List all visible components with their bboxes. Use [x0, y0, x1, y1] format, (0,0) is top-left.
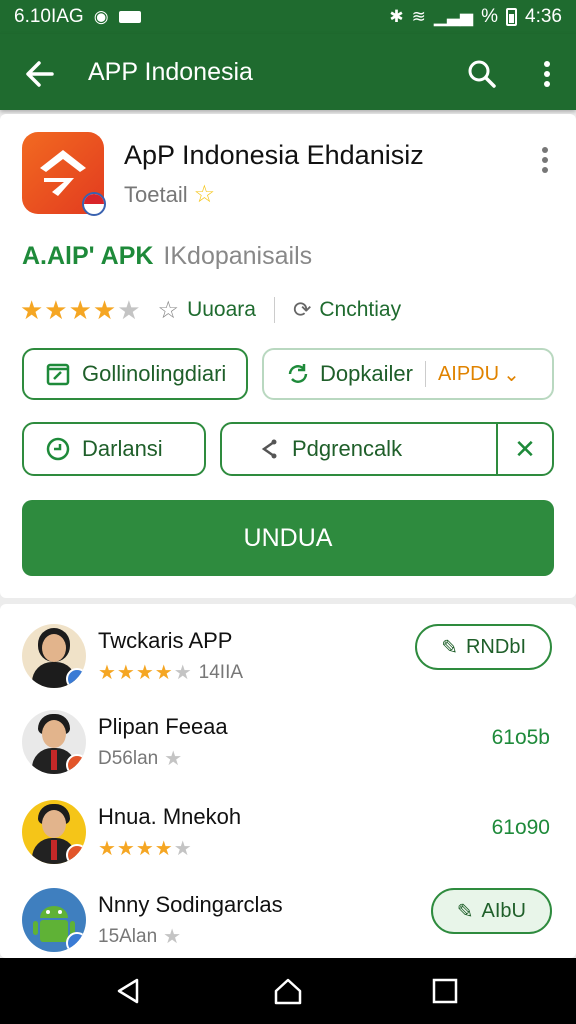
notification-icon: ◉ [93, 7, 109, 26]
close-icon[interactable]: ✕ [496, 424, 552, 474]
gallery-button[interactable]: Gollinolingdiari [22, 348, 248, 400]
star-icon: ★ [163, 926, 183, 948]
wifi-icon: ≋ [411, 7, 426, 26]
divider [424, 361, 426, 387]
app-bar: APP Indonesia [0, 34, 576, 110]
verified-badge-icon [66, 932, 86, 952]
app-logo-icon [22, 132, 106, 216]
document-icon [46, 363, 70, 386]
flag-badge-icon [82, 192, 106, 216]
rating-stars: ★★★★★ [98, 838, 193, 860]
nav-recents-icon[interactable] [428, 974, 462, 1008]
more-vert-icon[interactable] [534, 142, 556, 178]
download-button-label: Dopkailer [320, 361, 413, 386]
verified-badge-icon [66, 844, 86, 864]
download-button[interactable]: Dopkailer AIPDU ⌄ [262, 348, 554, 400]
clock-icon [46, 437, 70, 461]
share-icon [261, 439, 277, 459]
edit-icon: ✎ [441, 636, 458, 659]
avatar [22, 624, 86, 688]
battery-percent: % [481, 6, 499, 27]
list-item-value: 61o90 [491, 816, 550, 839]
divider [273, 297, 275, 323]
app-name: ApP Indonesia Ehdanisiz [124, 140, 424, 170]
apk-description: IKdopanisails [163, 242, 313, 270]
nav-home-icon[interactable] [271, 974, 305, 1008]
apk-label: A.AlP' APK [22, 242, 154, 270]
star-icon: ★ [164, 748, 184, 770]
list-item[interactable]: Plipan Feeaa D56lan ★ 61o5b [0, 710, 576, 792]
app-detail-card: ApP Indonesia Ehdanisiz Toetail ☆ A.AlP' … [0, 114, 576, 598]
chevron-down-icon: ⌄ [503, 363, 520, 386]
avatar [22, 710, 86, 774]
list-item-title: Twckaris APP [98, 628, 233, 653]
status-bar: 6.10IAG ◉ ✱ ≋ ▁▃▅ % 4:36 [0, 0, 576, 34]
more-vert-icon[interactable] [532, 54, 562, 94]
status-clock: 4:36 [525, 6, 562, 27]
rating-stars: ★★★★★ [98, 662, 193, 684]
edit-icon: ✎ [456, 900, 474, 923]
app-bar-title: APP Indonesia [88, 58, 253, 86]
bluetooth-icon: ✱ [389, 7, 404, 26]
arrow-left-icon[interactable] [20, 54, 60, 94]
star-outline-icon: ☆ [157, 296, 180, 324]
rating-row: ★★★★★ ☆ Uuoara ⟳ Cnchtiay [20, 292, 401, 328]
android-icon [22, 888, 86, 952]
darlansi-button[interactable]: Darlansi [22, 422, 206, 476]
nav-back-icon[interactable] [112, 974, 146, 1008]
list-item[interactable]: Hnua. Mnekoh ★★★★★ 61o90 [0, 800, 576, 882]
related-list: Twckaris APP ★★★★★ 14IIA ✎ RNDbI Plipan … [0, 604, 576, 958]
darlansi-button-label: Darlansi [82, 436, 163, 461]
list-item-title: Plipan Feeaa [98, 714, 228, 739]
share-button-label: Pdgrencalk [292, 436, 403, 461]
sync-icon: ⟳ [292, 297, 312, 322]
list-item-meta: ★★★★★ 14IIA [98, 661, 244, 685]
rating-label-secondary: Cnchtiay [319, 298, 402, 321]
verified-badge-icon [66, 668, 86, 688]
status-time: 6.10IAG [14, 6, 84, 27]
avatar [22, 800, 86, 864]
battery-icon [506, 8, 518, 26]
media-icon [118, 11, 141, 23]
rating-stars: ★★★★★ [20, 294, 142, 325]
star-icon: ☆ [193, 181, 216, 208]
list-item-value: 61o5b [491, 726, 550, 749]
app-developer: Toetail ☆ [124, 181, 216, 208]
verified-badge-icon [66, 754, 86, 774]
signal-icon: ▁▃▅ [433, 7, 474, 26]
list-item-meta: 15Alan ★ [98, 925, 183, 949]
gallery-button-label: Gollinolingdiari [82, 361, 227, 386]
list-item[interactable]: Twckaris APP ★★★★★ 14IIA ✎ RNDbI [0, 624, 576, 706]
search-icon[interactable] [462, 54, 502, 94]
list-item-title: Hnua. Mnekoh [98, 804, 242, 829]
apk-line: A.AlP' APK IKdopanisails [22, 242, 312, 271]
list-item-title: Nnny Sodingarclas [98, 892, 283, 917]
list-item-meta: D56lan ★ [98, 747, 184, 771]
share-button[interactable]: Pdgrencalk ✕ [220, 422, 554, 476]
install-button[interactable]: UNDUA [22, 500, 554, 576]
download-accent-label: AIPDU [437, 362, 500, 385]
system-nav-bar [0, 958, 576, 1024]
refresh-icon [288, 364, 308, 383]
list-item-meta: ★★★★★ [98, 836, 193, 861]
list-action-button[interactable]: ✎ AIbU [430, 888, 552, 934]
rating-label-primary: Uuoara [187, 298, 256, 321]
list-action-button[interactable]: ✎ RNDbI [415, 624, 552, 670]
